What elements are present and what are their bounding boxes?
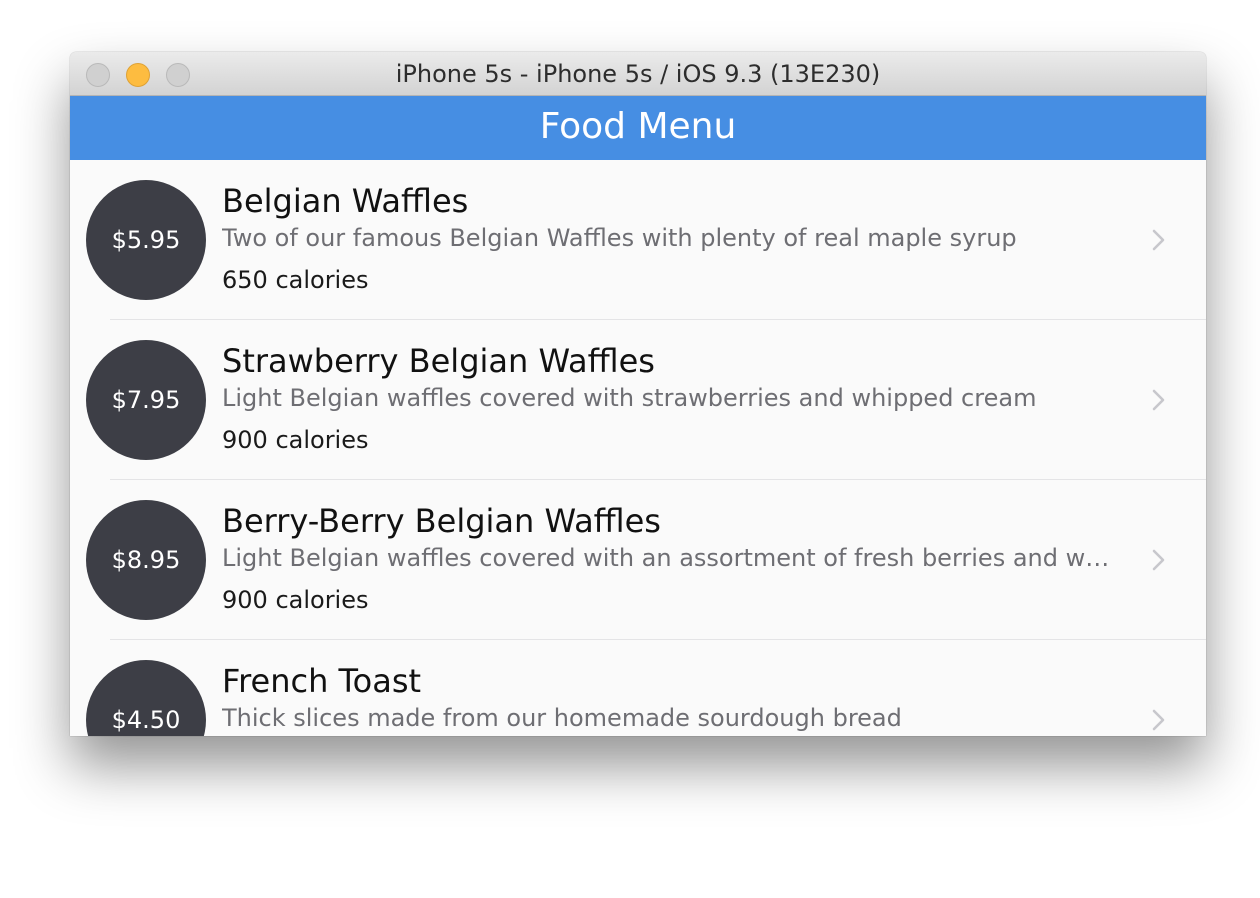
chevron-right-icon <box>1152 709 1165 731</box>
price-badge: $7.95 <box>86 340 206 460</box>
menu-item-row[interactable]: $4.50 French Toast Thick slices made fro… <box>70 640 1206 736</box>
item-description: Thick slices made from our homemade sour… <box>222 704 902 732</box>
menu-list[interactable]: $5.95 Belgian Waffles Two of our famous … <box>70 160 1206 736</box>
item-name: Berry-Berry Belgian Waffles <box>222 502 661 540</box>
price-badge: $5.95 <box>86 180 206 300</box>
item-name: Strawberry Belgian Waffles <box>222 342 655 380</box>
item-name: Belgian Waffles <box>222 182 469 220</box>
menu-item-row[interactable]: $7.95 Strawberry Belgian Waffles Light B… <box>70 320 1206 480</box>
item-calories: 900 calories <box>222 586 369 614</box>
chevron-right-icon <box>1152 229 1165 251</box>
item-description: Light Belgian waffles covered with straw… <box>222 384 1037 412</box>
item-calories: 650 calories <box>222 266 369 294</box>
item-calories: 900 calories <box>222 426 369 454</box>
chevron-right-icon <box>1152 389 1165 411</box>
window-titlebar[interactable]: iPhone 5s - iPhone 5s / iOS 9.3 (13E230) <box>70 52 1206 96</box>
price-badge: $4.50 <box>86 660 206 736</box>
chevron-right-icon <box>1152 549 1165 571</box>
menu-item-row[interactable]: $8.95 Berry-Berry Belgian Waffles Light … <box>70 480 1206 640</box>
item-name: French Toast <box>222 662 422 700</box>
navigation-bar: Food Menu <box>70 96 1206 160</box>
item-description: Light Belgian waffles covered with an as… <box>222 544 1110 572</box>
simulator-window: iPhone 5s - iPhone 5s / iOS 9.3 (13E230)… <box>70 52 1206 736</box>
window-title: iPhone 5s - iPhone 5s / iOS 9.3 (13E230) <box>395 60 881 88</box>
item-description: Two of our famous Belgian Waffles with p… <box>222 224 1017 252</box>
page-title: Food Menu <box>539 106 737 147</box>
price-badge: $8.95 <box>86 500 206 620</box>
menu-item-row[interactable]: $5.95 Belgian Waffles Two of our famous … <box>70 160 1206 320</box>
